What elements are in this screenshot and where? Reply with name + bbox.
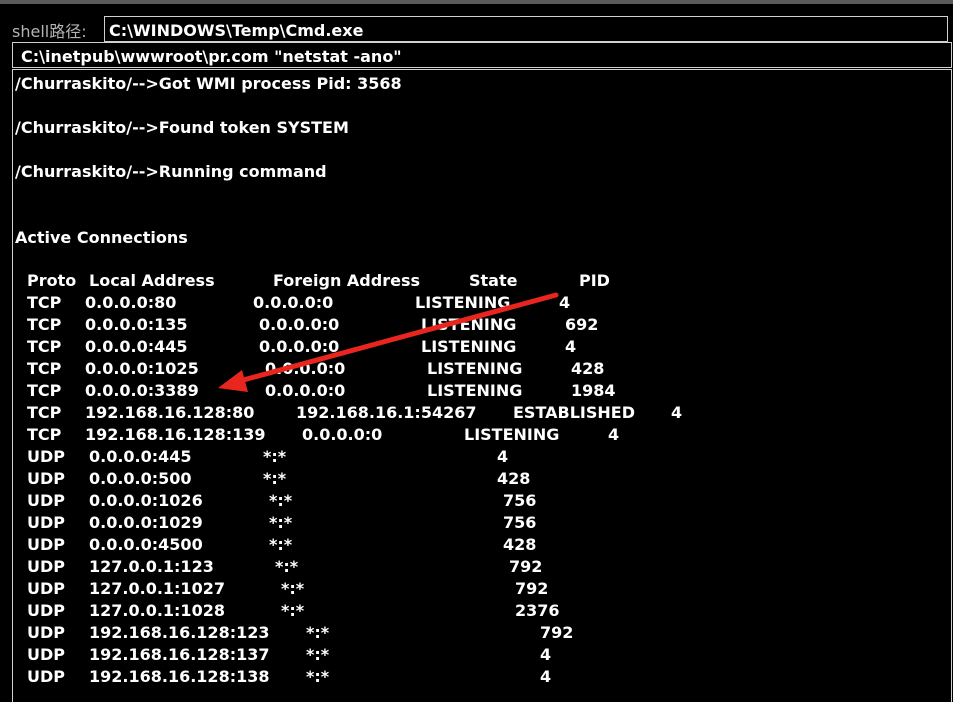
cell-state: LISTENING bbox=[421, 337, 517, 356]
cell-pid: 792 bbox=[540, 623, 574, 642]
cell-foreign-address: 0.0.0.0:0 bbox=[265, 359, 346, 378]
cell-proto: TCP bbox=[27, 425, 62, 444]
cell-pid: 692 bbox=[565, 315, 599, 334]
cell-foreign-address: *:* bbox=[306, 667, 330, 686]
cell-proto: UDP bbox=[27, 623, 65, 642]
cell-proto: TCP bbox=[27, 381, 62, 400]
cell-local-address: 0.0.0.0:1025 bbox=[85, 359, 199, 378]
header-state: State bbox=[469, 271, 518, 290]
cell-pid: 4 bbox=[559, 293, 571, 312]
cell-proto: UDP bbox=[27, 535, 65, 554]
shell-path-label: shell路径: bbox=[12, 22, 87, 41]
cell-local-address: 0.0.0.0:1026 bbox=[89, 491, 203, 510]
section-title: Active Connections bbox=[15, 228, 188, 247]
output-message: /Churraskito/-->Found token SYSTEM bbox=[15, 118, 349, 137]
cell-foreign-address: 192.168.16.1:54267 bbox=[296, 403, 477, 422]
cell-local-address: 192.168.16.128:123 bbox=[89, 623, 270, 642]
shell-path-row: shell路径: C:\WINDOWS\Temp\Cmd.exe bbox=[0, 4, 953, 42]
cell-foreign-address: *:* bbox=[306, 645, 330, 664]
header-pid: PID bbox=[579, 271, 610, 290]
cell-foreign-address: *:* bbox=[306, 623, 330, 642]
cell-pid: 756 bbox=[503, 491, 537, 510]
cell-state: LISTENING bbox=[427, 381, 523, 400]
cell-local-address: 0.0.0.0:3389 bbox=[85, 381, 199, 400]
shell-path-input[interactable]: C:\WINDOWS\Temp\Cmd.exe bbox=[104, 16, 948, 42]
cell-proto: TCP bbox=[27, 337, 62, 356]
output-message: /Churraskito/-->Running command bbox=[15, 162, 327, 181]
cell-proto: TCP bbox=[27, 403, 62, 422]
cell-foreign-address: *:* bbox=[269, 491, 293, 510]
cell-foreign-address: *:* bbox=[263, 447, 287, 466]
cell-pid: 4 bbox=[608, 425, 620, 444]
cell-proto: UDP bbox=[27, 579, 65, 598]
cell-foreign-address: 0.0.0.0:0 bbox=[253, 293, 334, 312]
cell-local-address: 0.0.0.0:445 bbox=[89, 447, 192, 466]
cell-foreign-address: 0.0.0.0:0 bbox=[302, 425, 383, 444]
header-local-address: Local Address bbox=[89, 271, 215, 290]
cell-proto: UDP bbox=[27, 513, 65, 532]
cell-pid: 792 bbox=[515, 579, 549, 598]
cell-state: LISTENING bbox=[421, 315, 517, 334]
cell-foreign-address: 0.0.0.0:0 bbox=[259, 337, 340, 356]
cell-foreign-address: *:* bbox=[269, 513, 293, 532]
cell-local-address: 192.168.16.128:80 bbox=[85, 403, 255, 422]
cell-proto: UDP bbox=[27, 447, 65, 466]
cell-local-address: 127.0.0.1:1027 bbox=[89, 579, 225, 598]
header-foreign-address: Foreign Address bbox=[273, 271, 420, 290]
cell-local-address: 0.0.0.0:445 bbox=[85, 337, 188, 356]
cell-local-address: 192.168.16.128:137 bbox=[89, 645, 270, 664]
cell-pid: 792 bbox=[509, 557, 543, 576]
cell-foreign-address: *:* bbox=[281, 601, 305, 620]
cell-pid: 2376 bbox=[515, 601, 560, 620]
cell-local-address: 0.0.0.0:1029 bbox=[89, 513, 203, 532]
cell-proto: UDP bbox=[27, 645, 65, 664]
cell-pid: 4 bbox=[540, 667, 552, 686]
cell-pid: 4 bbox=[540, 645, 552, 664]
cell-pid: 1984 bbox=[571, 381, 616, 400]
cell-pid: 428 bbox=[503, 535, 537, 554]
cell-pid: 756 bbox=[503, 513, 537, 532]
cell-foreign-address: 0.0.0.0:0 bbox=[265, 381, 346, 400]
cell-local-address: 127.0.0.1:123 bbox=[89, 557, 214, 576]
cell-proto: UDP bbox=[27, 491, 65, 510]
cell-state: LISTENING bbox=[464, 425, 560, 444]
cell-foreign-address: *:* bbox=[263, 469, 287, 488]
cell-proto: UDP bbox=[27, 469, 65, 488]
cell-foreign-address: 0.0.0.0:0 bbox=[259, 315, 340, 334]
cell-state: LISTENING bbox=[415, 293, 511, 312]
cell-local-address: 0.0.0.0:4500 bbox=[89, 535, 203, 554]
cell-state: ESTABLISHED bbox=[513, 403, 635, 422]
cell-pid: 4 bbox=[497, 447, 509, 466]
cell-proto: TCP bbox=[27, 359, 62, 378]
cell-local-address: 192.168.16.128:138 bbox=[89, 667, 270, 686]
cell-proto: UDP bbox=[27, 601, 65, 620]
cell-local-address: 0.0.0.0:135 bbox=[85, 315, 188, 334]
command-output: /Churraskito/-->Got WMI process Pid: 356… bbox=[12, 69, 952, 702]
cell-pid: 428 bbox=[497, 469, 531, 488]
command-input[interactable]: C:\inetpub\wwwroot\pr.com "netstat -ano" bbox=[12, 42, 952, 68]
cell-local-address: 127.0.0.1:1028 bbox=[89, 601, 225, 620]
cell-foreign-address: *:* bbox=[275, 557, 299, 576]
cell-proto: UDP bbox=[27, 557, 65, 576]
cell-proto: TCP bbox=[27, 293, 62, 312]
cell-local-address: 0.0.0.0:80 bbox=[85, 293, 177, 312]
cell-proto: TCP bbox=[27, 315, 62, 334]
cell-local-address: 0.0.0.0:500 bbox=[89, 469, 192, 488]
cell-pid: 4 bbox=[671, 403, 683, 422]
webshell-cmd-window: shell路径: C:\WINDOWS\Temp\Cmd.exe C:\inet… bbox=[0, 0, 953, 702]
output-message: /Churraskito/-->Got WMI process Pid: 356… bbox=[15, 74, 402, 93]
cell-state: LISTENING bbox=[427, 359, 523, 378]
cell-proto: UDP bbox=[27, 667, 65, 686]
cell-pid: 4 bbox=[565, 337, 577, 356]
cell-foreign-address: *:* bbox=[281, 579, 305, 598]
header-proto: Proto bbox=[27, 271, 77, 290]
cell-local-address: 192.168.16.128:139 bbox=[85, 425, 266, 444]
cell-foreign-address: *:* bbox=[269, 535, 293, 554]
cell-pid: 428 bbox=[571, 359, 605, 378]
